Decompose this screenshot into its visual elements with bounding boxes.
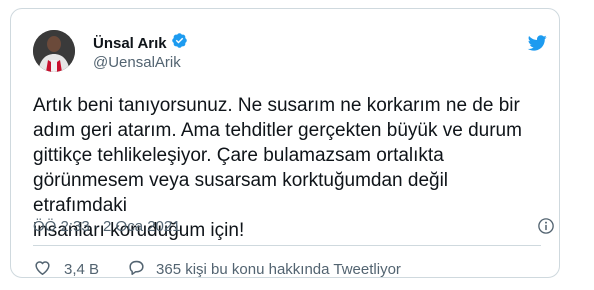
verified-badge-icon <box>171 32 188 54</box>
twitter-bird-icon[interactable] <box>525 33 549 58</box>
tweet-timestamp[interactable]: ÖÖ 2:33 · 2 Oca 2021 <box>33 218 181 235</box>
like-button[interactable]: 3,4 B <box>33 258 99 281</box>
heart-icon <box>33 258 52 281</box>
info-icon[interactable] <box>537 217 555 240</box>
tweet-card[interactable]: Ünsal Arık @UensalArik Artık beni tanıyo… <box>10 8 560 278</box>
divider <box>33 245 541 246</box>
reply-label: 365 kişi bu konu hakkında Tweetliyor <box>156 261 401 278</box>
like-count: 3,4 B <box>64 261 100 278</box>
display-name[interactable]: Ünsal Arık <box>93 35 167 52</box>
avatar[interactable] <box>33 30 75 72</box>
speech-bubble-icon <box>127 258 146 281</box>
avatar-image <box>33 30 75 72</box>
reply-conversation-link[interactable]: 365 kişi bu konu hakkında Tweetliyor <box>127 258 401 281</box>
user-handle[interactable]: @UensalArik <box>93 54 181 71</box>
